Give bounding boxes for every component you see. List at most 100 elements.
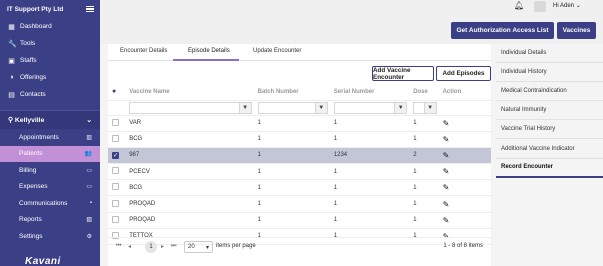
vaccine-table: ● Vaccine Name Batch Number Serial Numbe… (108, 84, 491, 246)
next-page-icon[interactable]: ▸ (161, 243, 164, 250)
current-page-button[interactable]: 1 (145, 241, 157, 253)
vaccine-name-filter[interactable]: ▼ (129, 101, 252, 114)
edit-pencil-icon[interactable]: ✎ (443, 167, 450, 176)
main-content: Encounter Details Episode Details Update… (100, 44, 603, 266)
column-header-batch-number[interactable]: Batch Number (251, 84, 328, 101)
right-menu-item-natural-immunity[interactable]: Natural Immunity (496, 101, 603, 121)
submenu-item-patients[interactable]: Patients 👥 (0, 145, 100, 162)
cell-serial-number: 1 (327, 131, 408, 148)
right-menu-item-vaccine-trial-history[interactable]: Vaccine Trial History (496, 120, 603, 140)
first-page-icon[interactable]: ⏮ (116, 243, 121, 250)
page-size-value: 20 (188, 244, 195, 250)
cell-serial-number: 1 (327, 179, 408, 197)
dose-filter[interactable]: ▼ (413, 101, 437, 114)
right-menu-item-individual-history[interactable]: Individual History (496, 63, 603, 83)
column-header-serial-number[interactable]: Serial Number (327, 84, 408, 101)
row-checkbox[interactable] (112, 199, 119, 207)
right-menu-item-individual-details[interactable]: Individual Details (496, 44, 603, 64)
filter-icon[interactable]: ▼ (394, 102, 407, 113)
cell-batch-number: 1 (251, 195, 328, 213)
sidebar: IT Support Pty Ltd ▦ Dashboard 🔧 Tools ▣ Staf… (0, 0, 100, 266)
prev-page-icon[interactable]: ◂ (128, 243, 131, 250)
tab-episode-details[interactable]: Episode Details (188, 48, 230, 54)
sidebar-item-dashboard[interactable]: ▦ Dashboard (0, 18, 100, 35)
add-episodes-button[interactable]: Add Episodes (436, 66, 491, 81)
tab-update-encounter[interactable]: Update Encounter (253, 48, 301, 54)
edit-pencil-icon[interactable]: ✎ (443, 151, 450, 160)
offerings-icon: ◑ (9, 74, 14, 81)
item-range-label: 1 - 8 of 8 items (443, 243, 483, 249)
row-checkbox[interactable] (112, 134, 119, 142)
batch-number-filter[interactable]: ▼ (257, 101, 328, 114)
sidebar-item-label: Offerings (20, 74, 47, 81)
table-row[interactable]: ✓ 987 1 1234 2 ✎ (108, 147, 491, 165)
right-menu-item-record-encounter[interactable]: Record Encounter (496, 159, 603, 178)
right-menu-item-medical-contraindication[interactable]: Medical Contraindication (496, 82, 603, 102)
column-header-dose[interactable]: Dose (407, 84, 437, 101)
edit-pencil-icon[interactable]: ✎ (443, 135, 450, 144)
page-size-select[interactable]: 20 ▾ (184, 241, 213, 253)
get-authorization-access-list-button[interactable]: Get Authorization Access List (451, 22, 554, 39)
row-checkbox[interactable] (112, 167, 119, 175)
filter-icon[interactable]: ▼ (423, 102, 436, 113)
table-row[interactable]: BCG 1 1 1 ✎ (108, 131, 491, 148)
table-row[interactable]: PROQAD 1 1 1 ✎ (108, 212, 491, 229)
column-header-action: Action (436, 84, 491, 101)
sidebar-item-tools[interactable]: 🔧 Tools (0, 35, 100, 52)
table-row[interactable]: VAR 1 1 1 ✎ (108, 115, 491, 132)
submenu-item-reports[interactable]: Reports ▧ (0, 212, 100, 229)
user-menu[interactable]: Hi Aden ⌄ (553, 2, 581, 9)
chevron-down-icon: ⌄ (575, 3, 581, 9)
filter-row: ▼ ▼ ▼ ▼ (108, 100, 491, 116)
submenu-item-settings[interactable]: Settings ⚙ (0, 228, 100, 245)
company-name: IT Support Pty Ltd (7, 5, 64, 13)
table-row[interactable]: BCG 1 1 1 ✎ (108, 179, 491, 197)
submenu-item-expenses[interactable]: Expenses ▭ (0, 179, 100, 196)
column-header-vaccine-name[interactable]: Vaccine Name (123, 84, 252, 101)
edit-pencil-icon[interactable]: ✎ (443, 119, 450, 128)
row-checkbox[interactable] (112, 215, 119, 223)
vaccines-button[interactable]: Vaccines (557, 22, 596, 39)
sidebar-item-label: Contacts (20, 91, 46, 98)
serial-number-filter[interactable]: ▼ (333, 101, 408, 114)
sidebar-item-staffs[interactable]: ▣ Staffs (0, 52, 100, 69)
submenu-item-appointments[interactable]: Appointments ▥ (0, 129, 100, 146)
bell-icon[interactable]: 🔔︎ (514, 1, 524, 10)
right-menu-item-additional-vaccine-indicator[interactable]: Additional Vaccine Indicator (496, 139, 603, 159)
filter-icon[interactable]: ▼ (314, 102, 327, 113)
row-checkbox[interactable] (112, 183, 119, 191)
row-checkbox[interactable] (112, 118, 119, 126)
hamburger-menu-icon[interactable] (86, 5, 94, 13)
row-checkbox[interactable]: ✓ (112, 151, 119, 159)
add-vaccine-encounter-button[interactable]: Add Vaccine Encounter (372, 66, 434, 81)
pagination-bar: ⏮ ◂ 1 ▸ ⏭ 20 ▾ items per page 1 - 8 of 8 … (108, 237, 491, 255)
edit-pencil-icon[interactable]: ✎ (443, 216, 450, 225)
location-submenu: Appointments ▥ Patients 👥 Billing ▭ Expenses ▭ C… (0, 129, 100, 245)
cell-vaccine-name: BCG (123, 131, 252, 148)
select-all-checkbox[interactable]: ● (108, 84, 124, 101)
last-page-icon[interactable]: ⏭ (171, 243, 176, 250)
location-selector[interactable]: ⚲ Kellyville ⌄ (0, 110, 100, 129)
cell-dose: 1 (407, 195, 437, 213)
cell-serial-number: 1 (327, 163, 408, 181)
filter-icon[interactable]: ▼ (238, 102, 251, 113)
sidebar-item-offerings[interactable]: ◑ Offerings (0, 69, 100, 86)
submenu-item-communications[interactable]: Communications ▪ (0, 195, 100, 212)
submenu-item-label: Reports (19, 216, 42, 224)
contacts-icon: ▤ (8, 91, 15, 99)
sidebar-item-contacts[interactable]: ▤ Contacts (0, 86, 100, 103)
cell-serial-number: 1 (327, 115, 408, 132)
tab-encounter-details[interactable]: Encounter Details (120, 48, 167, 54)
patients-icon: 👥 (84, 151, 92, 158)
submenu-item-billing[interactable]: Billing ▭ (0, 162, 100, 179)
cell-dose: 1 (407, 163, 437, 181)
sidebar-header: IT Support Pty Ltd (0, 0, 100, 18)
edit-pencil-icon[interactable]: ✎ (443, 183, 450, 192)
table-row[interactable]: PCECV 1 1 1 ✎ (108, 163, 491, 181)
submenu-item-label: Settings (19, 232, 43, 240)
table-row[interactable]: PROQAD 1 1 1 ✎ (108, 195, 491, 213)
sidebar-item-label: Dashboard (20, 23, 52, 30)
edit-pencil-icon[interactable]: ✎ (443, 200, 450, 209)
avatar[interactable] (534, 1, 546, 12)
active-tab-indicator (173, 59, 239, 61)
